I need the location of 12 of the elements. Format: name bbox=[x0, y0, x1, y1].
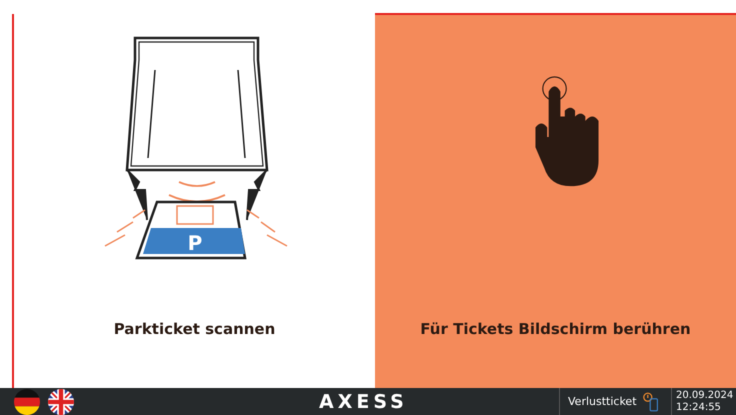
lost-ticket-icon bbox=[642, 392, 659, 412]
ticket-scanner-drawing: P bbox=[94, 30, 294, 260]
time-text: 12:24:55 bbox=[676, 402, 722, 414]
panel-label: Für Tickets Bildschirm berühren bbox=[420, 320, 691, 338]
german-flag-icon[interactable] bbox=[14, 388, 40, 414]
uk-flag-icon[interactable] bbox=[48, 388, 74, 414]
panel-label: Parkticket scannen bbox=[114, 320, 276, 338]
brand-logo: AXESS bbox=[318, 390, 409, 412]
date-text: 20.09.2024 bbox=[676, 390, 734, 402]
scan-panel[interactable]: P Parkticket scannen bbox=[12, 14, 375, 388]
touch-panel[interactable]: Für Tickets Bildschirm berühren bbox=[375, 13, 736, 388]
lost-ticket-button[interactable]: Verlustticket bbox=[559, 388, 671, 415]
